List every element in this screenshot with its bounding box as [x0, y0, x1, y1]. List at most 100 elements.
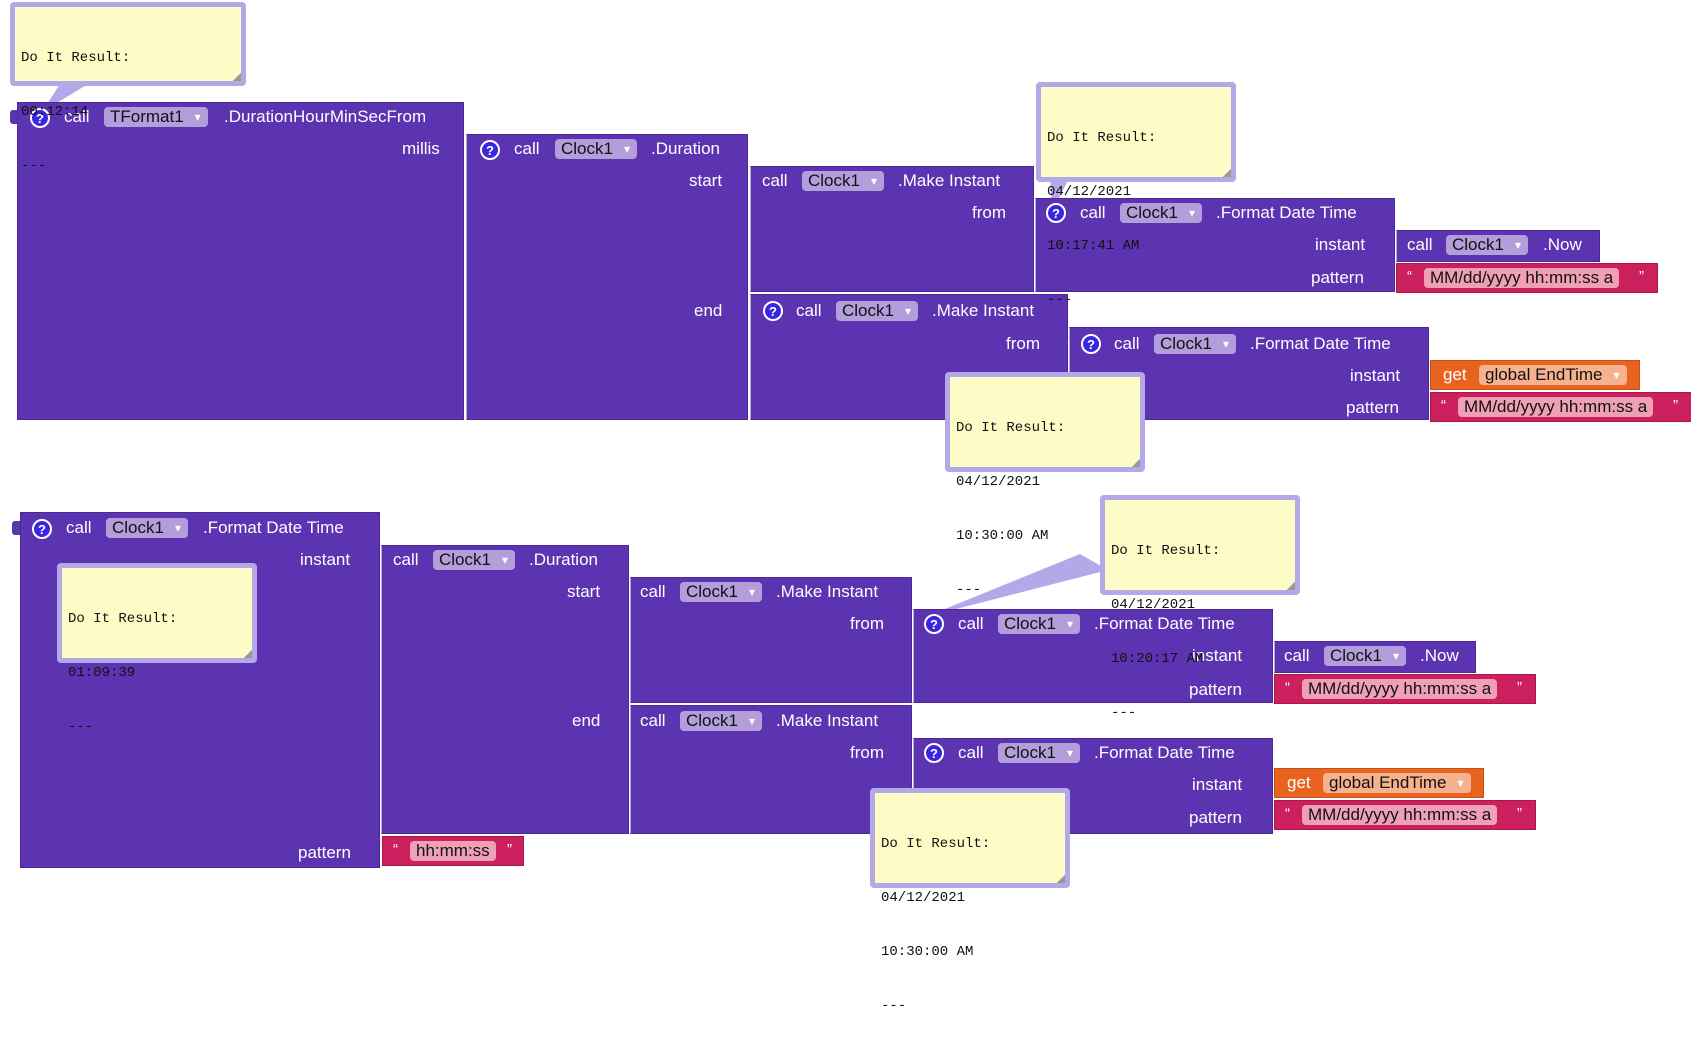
- text-block[interactable]: “ MM/dd/yyyy hh:mm:ss a ”: [1396, 263, 1658, 293]
- get-keyword: get: [1287, 773, 1311, 792]
- result-line: 04/12/2021: [956, 474, 1041, 490]
- result-line: 10:17:41 AM: [1047, 238, 1140, 254]
- open-quote: “: [1441, 397, 1446, 414]
- socket-label-from: from: [1006, 334, 1040, 353]
- text-block[interactable]: “ MM/dd/yyyy hh:mm:ss a ”: [1430, 392, 1691, 422]
- method-label: .Format Date Time: [1250, 334, 1391, 353]
- method-label: .Now: [1543, 235, 1582, 254]
- result-line: Do It Result:: [881, 836, 991, 852]
- result-line: 10:20:17 AM: [1111, 651, 1204, 667]
- method-label: .Make Instant: [932, 301, 1035, 320]
- call-keyword: call: [958, 743, 984, 762]
- open-quote: “: [1407, 268, 1412, 285]
- method-label: .Format Date Time: [1216, 203, 1357, 222]
- close-quote: ”: [1639, 268, 1644, 285]
- method-label: .DurationHourMinSecFrom: [224, 107, 427, 126]
- result-line: ---: [21, 158, 47, 174]
- text-block[interactable]: “ MM/dd/yyyy hh:mm:ss a ”: [1274, 800, 1536, 830]
- method-label: .Make Instant: [776, 711, 879, 730]
- get-variable-block[interactable]: get global EndTime: [1274, 768, 1484, 798]
- socket-label-start: start: [689, 171, 723, 190]
- socket-label-instant: instant: [1192, 775, 1243, 794]
- result-line: 04/12/2021: [1111, 597, 1196, 613]
- help-icon[interactable]: ?: [763, 301, 783, 321]
- result-line: Do It Result:: [1111, 543, 1221, 559]
- result-line: Do It Result:: [68, 611, 178, 627]
- call-keyword: call: [640, 582, 666, 601]
- variable-dropdown[interactable]: global EndTime: [1323, 773, 1471, 793]
- component-dropdown[interactable]: Clock1: [433, 550, 515, 570]
- help-icon[interactable]: ?: [924, 743, 944, 763]
- socket-label-pattern: pattern: [1346, 398, 1399, 417]
- help-icon[interactable]: ?: [32, 519, 52, 539]
- method-label: .Make Instant: [898, 171, 1001, 190]
- socket-label-start: start: [567, 582, 601, 601]
- result-line: Do It Result:: [956, 420, 1066, 436]
- method-label: .Make Instant: [776, 582, 879, 601]
- call-keyword: call: [640, 711, 666, 730]
- resize-handle[interactable]: [1223, 169, 1231, 177]
- text-block[interactable]: “ MM/dd/yyyy hh:mm:ss a ”: [1274, 674, 1536, 704]
- resize-handle[interactable]: [233, 73, 241, 81]
- component-dropdown[interactable]: Clock1: [106, 518, 188, 538]
- result-line: 10:30:00 AM: [881, 944, 974, 960]
- socket-label-pattern: pattern: [298, 843, 351, 862]
- result-line: Do It Result:: [21, 50, 131, 66]
- result-line: ---: [881, 998, 907, 1014]
- component-dropdown[interactable]: Clock1: [555, 139, 637, 159]
- resize-handle[interactable]: [1132, 459, 1140, 467]
- text-value[interactable]: hh:mm:ss: [410, 841, 496, 861]
- resize-handle[interactable]: [1057, 875, 1065, 883]
- method-label: .Now: [1420, 646, 1459, 665]
- do-it-result-bubble[interactable]: Do It Result: 04/12/2021 10:20:17 AM ---: [1100, 495, 1300, 721]
- result-line: ---: [1047, 292, 1073, 308]
- help-icon[interactable]: ?: [480, 140, 500, 160]
- socket-label-instant: instant: [1315, 235, 1366, 254]
- call-keyword: call: [393, 550, 419, 569]
- socket-label-end: end: [694, 301, 723, 320]
- text-value[interactable]: MM/dd/yyyy hh:mm:ss a: [1302, 805, 1498, 825]
- close-quote: ”: [1517, 805, 1522, 822]
- component-dropdown[interactable]: Clock1: [1446, 235, 1528, 255]
- text-block[interactable]: “ hh:mm:ss ”: [382, 836, 524, 866]
- call-keyword: call: [514, 139, 540, 158]
- result-line: 00:12:14: [21, 104, 89, 120]
- text-value[interactable]: MM/dd/yyyy hh:mm:ss a: [1424, 268, 1620, 288]
- result-line: 04/12/2021: [1047, 184, 1132, 200]
- get-variable-block[interactable]: get global EndTime: [1430, 360, 1640, 390]
- socket-label-from: from: [850, 614, 884, 633]
- socket-label-from: from: [850, 743, 884, 762]
- component-dropdown[interactable]: Clock1: [680, 582, 762, 602]
- get-keyword: get: [1443, 365, 1467, 384]
- do-it-result-bubble[interactable]: Do It Result: 00:12:14 ---: [10, 2, 246, 174]
- resize-handle[interactable]: [244, 650, 252, 658]
- result-line: ---: [68, 719, 94, 735]
- result-line: ---: [1111, 705, 1137, 721]
- close-quote: ”: [1673, 397, 1678, 414]
- component-dropdown[interactable]: Clock1: [1324, 646, 1406, 666]
- resize-handle[interactable]: [1287, 582, 1295, 590]
- call-keyword: call: [1407, 235, 1433, 254]
- socket-label-instant: instant: [300, 550, 351, 569]
- do-it-result-bubble[interactable]: Do It Result: 04/12/2021 10:30:00 AM ---: [870, 788, 1070, 1014]
- socket-label-millis: millis: [402, 139, 440, 158]
- help-icon[interactable]: ?: [924, 614, 944, 634]
- method-label: .Format Date Time: [203, 518, 344, 537]
- text-value[interactable]: MM/dd/yyyy hh:mm:ss a: [1458, 397, 1654, 417]
- do-it-result-bubble[interactable]: Do It Result: 01:09:39 ---: [57, 563, 257, 735]
- variable-dropdown[interactable]: global EndTime: [1479, 365, 1627, 385]
- call-keyword: call: [66, 518, 92, 537]
- close-quote: ”: [507, 841, 512, 858]
- component-dropdown[interactable]: Clock1: [998, 743, 1080, 763]
- call-keyword: call: [762, 171, 788, 190]
- do-it-result-bubble[interactable]: Do It Result: 04/12/2021 10:30:00 AM ---: [945, 372, 1145, 598]
- socket-label-end: end: [572, 711, 601, 730]
- text-value[interactable]: MM/dd/yyyy hh:mm:ss a: [1302, 679, 1498, 699]
- do-it-result-bubble[interactable]: Do It Result: 04/12/2021 10:17:41 AM ---: [1036, 82, 1236, 308]
- call-keyword: call: [796, 301, 822, 320]
- component-dropdown[interactable]: Clock1: [836, 301, 918, 321]
- socket-label-instant: instant: [1350, 366, 1401, 385]
- result-line: Do It Result:: [1047, 130, 1157, 146]
- component-dropdown[interactable]: Clock1: [680, 711, 762, 731]
- component-dropdown[interactable]: Clock1: [802, 171, 884, 191]
